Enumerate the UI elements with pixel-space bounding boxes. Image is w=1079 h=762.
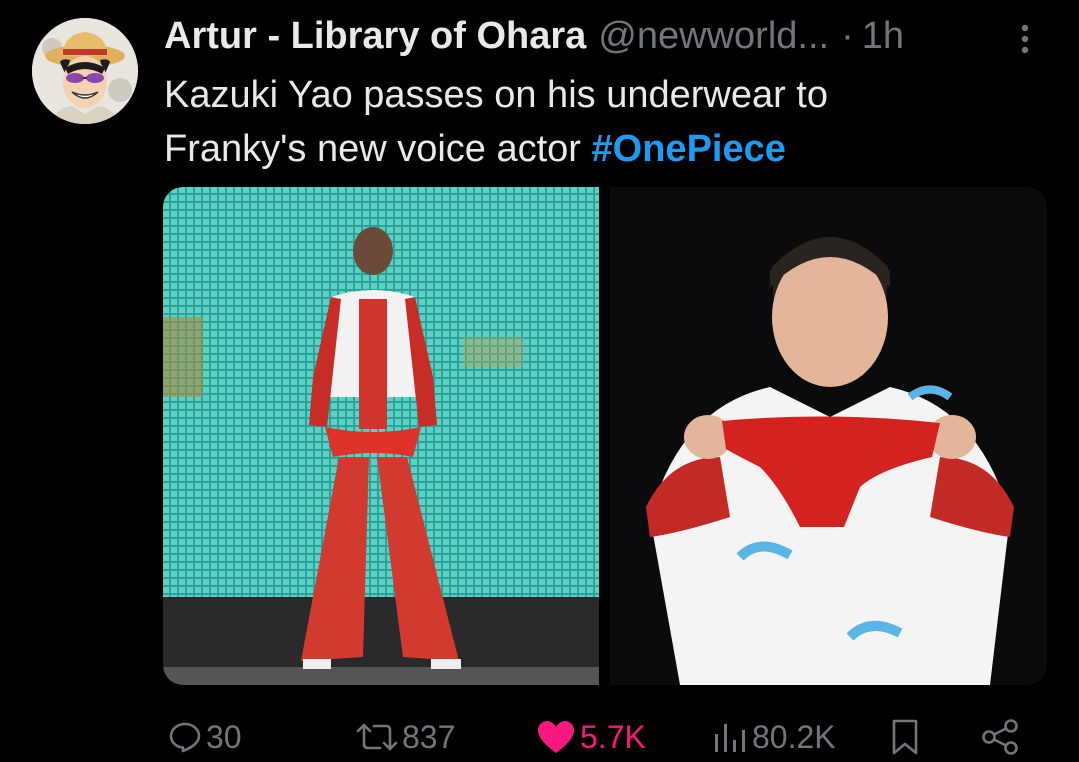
- bookmark-button[interactable]: [890, 712, 920, 762]
- tweet[interactable]: Artur - Library of Ohara @newworld... · …: [0, 0, 1079, 758]
- reply-button[interactable]: 30: [168, 712, 242, 762]
- avatar[interactable]: [32, 18, 138, 124]
- hashtag-link[interactable]: #OnePiece: [592, 128, 786, 170]
- reply-count: 30: [206, 718, 242, 755]
- repost-arrows-icon: [356, 723, 398, 751]
- views-button[interactable]: 80.2K: [712, 712, 836, 762]
- views-count: 80.2K: [752, 718, 836, 755]
- like-button[interactable]: 5.7K: [536, 712, 646, 762]
- share-button[interactable]: [980, 712, 1020, 762]
- share-icon: [982, 719, 1018, 755]
- tweet-text-line1: Kazuki Yao passes on his underwear to: [164, 74, 828, 116]
- speech-bubble-icon: [169, 722, 201, 753]
- tweet-header: Artur - Library of Ohara @newworld... · …: [164, 14, 1044, 58]
- tweet-actions: 30 837 5.7K 80.2K: [0, 712, 1079, 762]
- stage-photo-left: [163, 187, 599, 685]
- tweet-media[interactable]: [163, 187, 1047, 685]
- bar-chart-icon: [715, 724, 745, 752]
- tweet-text-line2: Franky's new voice actor #OnePiece: [164, 122, 1034, 176]
- like-count: 5.7K: [580, 718, 646, 755]
- bookmark-icon: [892, 719, 918, 755]
- tweet-text: Kazuki Yao passes on his underwear to Fr…: [164, 68, 1034, 176]
- author-handle[interactable]: @newworld...: [598, 15, 829, 58]
- avatar-image: [32, 18, 138, 124]
- media-photo-left[interactable]: [163, 187, 599, 685]
- tweet-text-line2-body: Franky's new voice actor: [164, 128, 592, 170]
- stage-photo-right: [610, 187, 1047, 685]
- separator-dot: ·: [841, 14, 854, 57]
- media-photo-right[interactable]: [610, 187, 1047, 685]
- repost-button[interactable]: 837: [356, 712, 455, 762]
- vertical-dots-icon: [1021, 24, 1029, 54]
- timestamp[interactable]: 1h: [862, 15, 904, 58]
- repost-count: 837: [402, 718, 456, 755]
- author-name[interactable]: Artur - Library of Ohara: [164, 15, 586, 58]
- heart-icon: [538, 721, 574, 753]
- more-options-button[interactable]: [1010, 18, 1040, 58]
